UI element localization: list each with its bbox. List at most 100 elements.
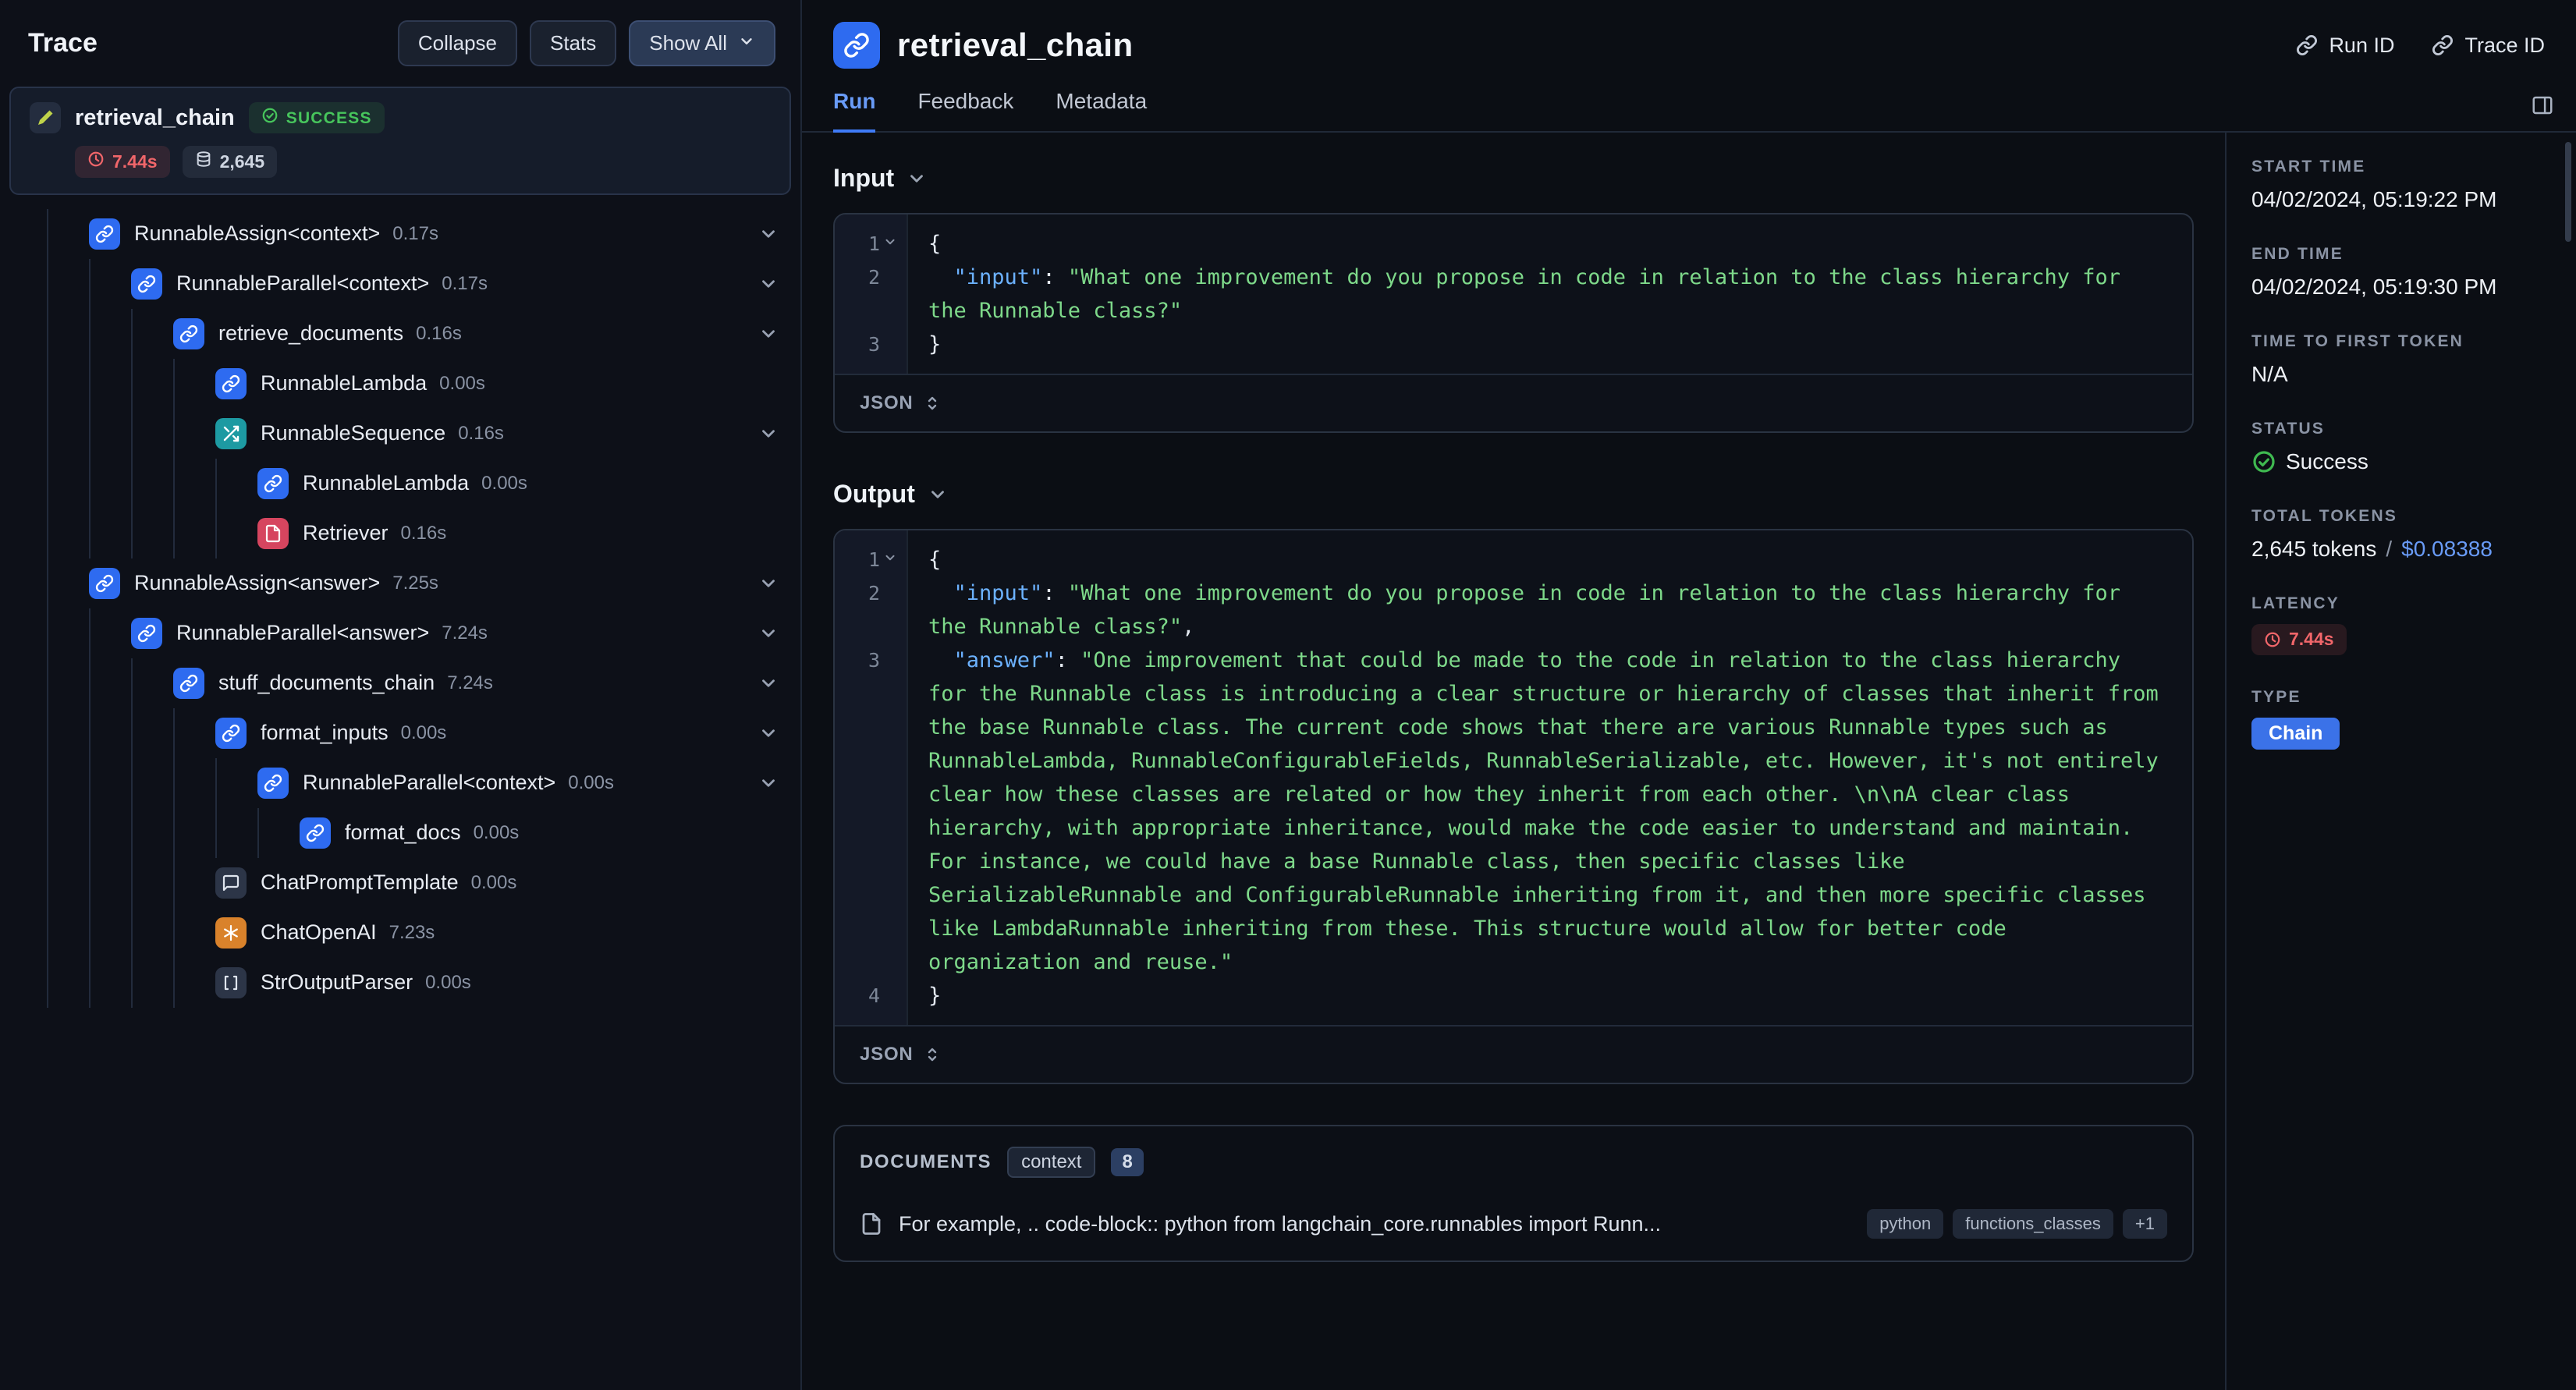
chevron-down-icon[interactable] — [758, 573, 779, 594]
trace-node[interactable]: StrOutputParser 0.00s — [0, 957, 800, 1008]
code-content: "answer": "One improvement that could be… — [928, 648, 2172, 974]
node-label: RunnableSequence — [261, 421, 446, 445]
chevron-down-icon[interactable] — [758, 424, 779, 444]
node-label: RunnableLambda — [303, 471, 470, 495]
fold-chevron-icon[interactable] — [880, 551, 900, 565]
chevron-down-icon[interactable] — [758, 673, 779, 693]
langsmith-trace-app: Trace Collapse Stats Show All retrieval_… — [0, 0, 2576, 1390]
tab-run[interactable]: Run — [833, 89, 876, 133]
code-line: 1 { — [835, 227, 2192, 261]
document-text: For example, .. code-block:: python from… — [899, 1211, 1661, 1236]
trace-node[interactable]: stuff_documents_chain 7.24s — [0, 658, 800, 708]
success-badge: SUCCESS — [248, 102, 385, 134]
node-label: RunnableLambda — [261, 371, 428, 395]
link-icon — [131, 617, 162, 649]
node-label: StrOutputParser — [261, 970, 413, 995]
shuffle-icon — [215, 417, 247, 449]
check-circle-icon — [261, 107, 279, 129]
trace-panel-header: Trace Collapse Stats Show All — [0, 0, 800, 83]
run-header: retrieval_chain Run ID Trace ID — [802, 0, 2576, 69]
trace-node[interactable]: ChatPromptTemplate 0.00s — [0, 857, 800, 908]
trace-node[interactable]: RunnableLambda 0.00s — [0, 358, 800, 409]
check-circle-icon — [2251, 449, 2276, 474]
stats-button[interactable]: Stats — [530, 20, 617, 66]
chevron-down-icon[interactable] — [758, 324, 779, 344]
document-tag: python — [1867, 1209, 1944, 1239]
node-duration: 0.17s — [442, 272, 488, 294]
run-main: Input 1 { 2 "input": "What one improveme… — [802, 133, 2227, 1390]
trace-node[interactable]: RunnableParallel<context> 0.00s — [0, 757, 800, 808]
chevron-down-icon — [928, 484, 948, 505]
chevron-down-icon[interactable] — [758, 224, 779, 244]
trace-node[interactable]: retrieve_documents 0.16s — [0, 308, 800, 359]
tree-guides — [47, 807, 300, 858]
trace-node[interactable]: ChatOpenAI 7.23s — [0, 907, 800, 958]
tree-guides — [47, 707, 215, 758]
chevron-down-icon[interactable] — [758, 623, 779, 644]
document-row[interactable]: For example, .. code-block:: python from… — [835, 1195, 2192, 1261]
node-duration: 0.16s — [400, 522, 447, 544]
chevron-down-icon[interactable] — [758, 723, 779, 743]
link-icon — [2296, 34, 2318, 56]
run-id-button[interactable]: Run ID — [2296, 34, 2394, 58]
trace-panel: Trace Collapse Stats Show All retrieval_… — [0, 0, 802, 1390]
chevron-down-icon[interactable] — [758, 274, 779, 294]
tab-metadata[interactable]: Metadata — [1056, 89, 1147, 133]
detail-value: N/A — [2251, 362, 2288, 386]
node-duration: 0.00s — [439, 372, 485, 394]
detail-label: END TIME — [2251, 245, 2344, 263]
sort-icon — [923, 1045, 942, 1064]
trace-node[interactable]: Retriever 0.16s — [0, 508, 800, 558]
node-label: RunnableAssign<context> — [134, 222, 381, 246]
node-label: Retriever — [303, 521, 389, 545]
show-all-dropdown[interactable]: Show All — [629, 20, 775, 66]
trace-id-button[interactable]: Trace ID — [2432, 34, 2545, 58]
code-line: 1 { — [835, 543, 2192, 576]
detail-field: START TIME 04/02/2024, 05:19:22 PM — [2251, 158, 2551, 212]
scrollbar-thumb[interactable] — [2565, 142, 2571, 242]
trace-node[interactable]: RunnableSequence 0.16s — [0, 408, 800, 459]
line-number: 2 — [868, 266, 880, 289]
link-icon — [300, 817, 331, 849]
documents-title: DOCUMENTS — [860, 1151, 992, 1172]
link-icon — [257, 767, 289, 799]
input-code-lines: 1 { 2 "input": "What one improvement do … — [835, 215, 2192, 374]
input-format-selector[interactable]: JSON — [835, 374, 2192, 431]
trace-root-label: retrieval_chain — [75, 105, 235, 130]
trace-node[interactable]: format_inputs 0.00s — [0, 707, 800, 758]
trace-node[interactable]: RunnableAssign<context> 0.17s — [0, 208, 800, 259]
link-icon — [173, 317, 204, 349]
trace-root-node[interactable]: retrieval_chain SUCCESS 7.44s 2,645 — [9, 87, 791, 195]
output-code-block: 1 { 2 "input": "What one improvement do … — [833, 529, 2194, 1084]
panel-toggle-icon[interactable] — [2531, 94, 2554, 131]
trace-node[interactable]: RunnableLambda 0.00s — [0, 458, 800, 509]
node-label: format_docs — [345, 821, 461, 845]
output-section-header[interactable]: Output — [833, 480, 948, 509]
trace-node[interactable]: RunnableParallel<context> 0.17s — [0, 258, 800, 309]
document-more-tag[interactable]: +1 — [2122, 1209, 2167, 1239]
tab-feedback[interactable]: Feedback — [917, 89, 1013, 133]
code-content: } — [928, 984, 942, 1008]
input-section-header[interactable]: Input — [833, 164, 927, 193]
code-content: "input": "What one improvement do you pr… — [928, 581, 2134, 639]
link-icon — [2432, 34, 2454, 56]
detail-value: 2,645 tokens / $0.08388 — [2251, 537, 2493, 561]
fold-chevron-icon[interactable] — [880, 235, 900, 249]
chevron-down-icon[interactable] — [758, 773, 779, 793]
input-code-block: 1 { 2 "input": "What one improvement do … — [833, 213, 2194, 433]
link-icon — [257, 467, 289, 499]
trace-node[interactable]: RunnableParallel<answer> 7.24s — [0, 608, 800, 658]
code-line: 2 "input": "What one improvement do you … — [835, 576, 2192, 644]
link-icon — [833, 22, 880, 69]
page-title: retrieval_chain — [897, 27, 1134, 63]
trace-node[interactable]: format_docs 0.00s — [0, 807, 800, 858]
node-duration: 7.25s — [392, 572, 438, 594]
tree-guides — [47, 458, 257, 509]
output-format-selector[interactable]: JSON — [835, 1025, 2192, 1083]
detail-value: 04/02/2024, 05:19:30 PM — [2251, 275, 2497, 299]
collapse-button[interactable]: Collapse — [397, 20, 518, 66]
chevron-down-icon — [738, 31, 755, 55]
line-number: 1 — [835, 543, 907, 576]
trace-node[interactable]: RunnableAssign<answer> 7.25s — [0, 558, 800, 608]
file-icon — [257, 517, 289, 549]
